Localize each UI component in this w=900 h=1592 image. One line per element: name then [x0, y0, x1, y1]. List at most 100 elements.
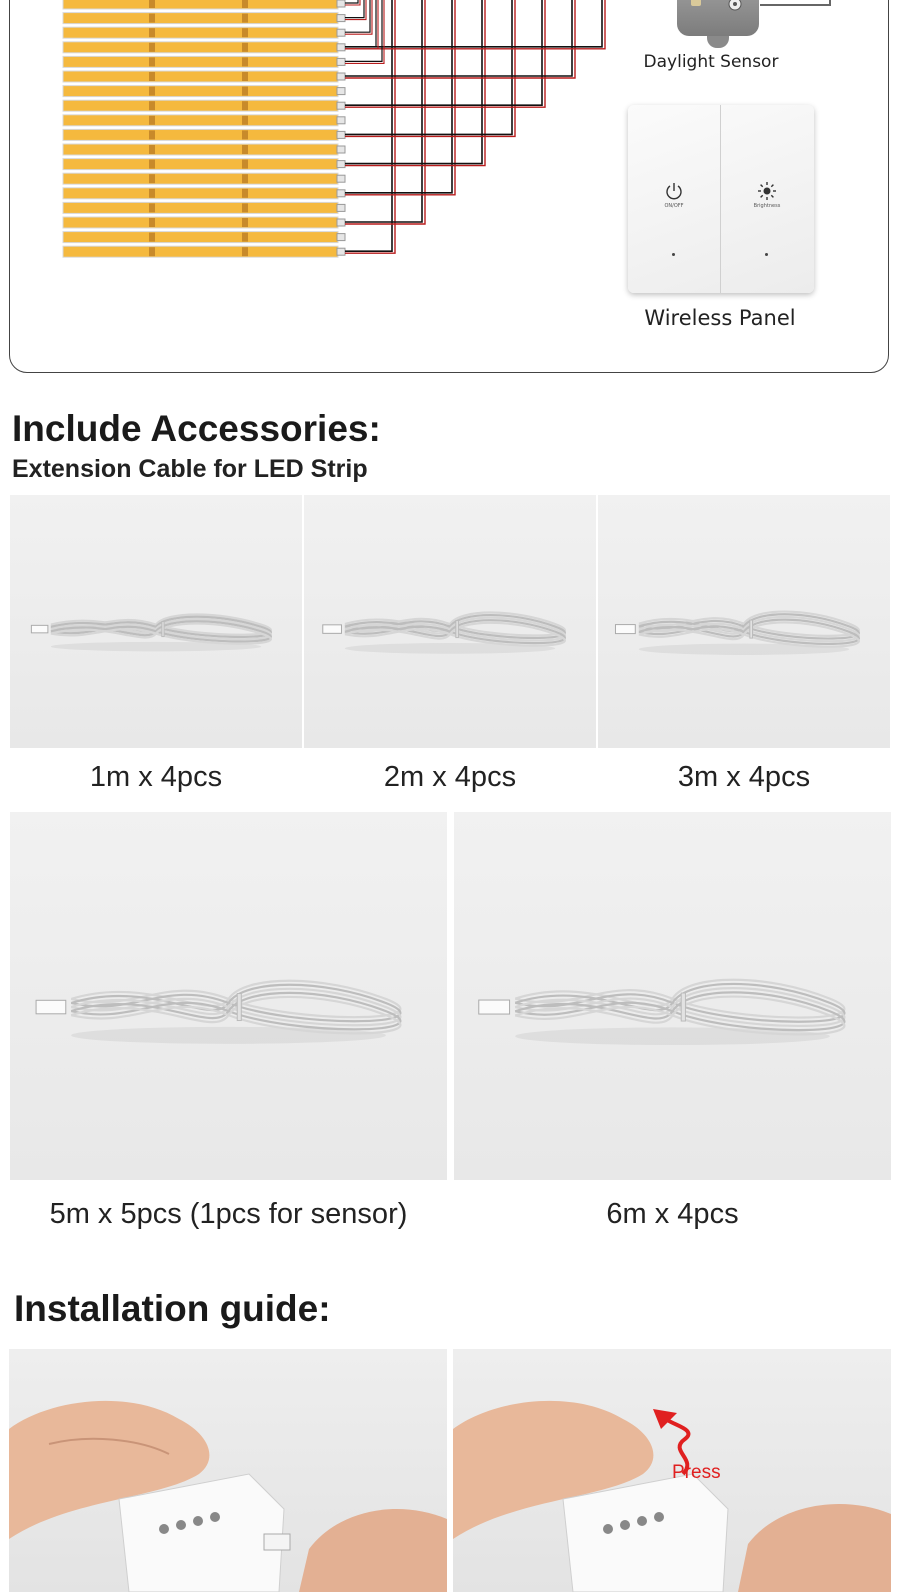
installation-title: Installation guide: — [14, 1288, 331, 1329]
cable-tie — [161, 621, 165, 638]
strip-connector — [336, 116, 346, 125]
led-strip — [62, 245, 339, 258]
led-strip — [62, 26, 339, 39]
led-strip — [62, 172, 339, 185]
led-strip — [62, 0, 339, 10]
power-icon — [666, 183, 682, 200]
cut-mark — [242, 86, 248, 96]
led-strip — [62, 158, 339, 171]
cut-mark — [149, 145, 155, 154]
install-photo-step-1 — [9, 1349, 447, 1592]
cut-mark — [242, 42, 248, 52]
cut-mark — [242, 101, 248, 111]
panel-button-onoff: ON/OFF — [628, 105, 721, 293]
daylight-sensor-image — [677, 0, 759, 36]
wire-black — [345, 0, 573, 77]
cable-photo-3m — [598, 495, 890, 748]
indicator-dot — [672, 253, 675, 256]
wire-black — [345, 0, 377, 48]
cut-mark — [149, 72, 155, 81]
led-strip — [62, 12, 339, 25]
led-strip — [62, 187, 339, 200]
cut-mark — [149, 0, 155, 8]
cut-mark — [242, 28, 248, 38]
cable-plug — [322, 624, 342, 634]
cable-tie — [749, 619, 754, 639]
cable-plug — [35, 999, 67, 1015]
cut-mark — [242, 57, 248, 67]
accessories-subtitle: Extension Cable for LED Strip — [12, 455, 368, 483]
cut-mark — [149, 42, 155, 52]
strip-connector — [336, 101, 346, 110]
cut-mark — [149, 13, 155, 23]
strip-connector — [336, 57, 346, 66]
cut-mark — [242, 13, 248, 23]
strip-connector — [336, 160, 346, 169]
cable-caption-5m: 5m x 5pcs (1pcs for sensor) — [49, 1198, 408, 1230]
cut-mark — [149, 159, 155, 169]
strip-connector — [336, 28, 346, 37]
cut-mark — [242, 232, 248, 242]
cable-photo-2m — [304, 495, 596, 748]
wire-red — [345, 0, 576, 79]
strip-connector — [336, 0, 346, 8]
wire-red — [345, 0, 486, 167]
cut-mark — [149, 86, 155, 96]
cut-mark — [149, 188, 155, 198]
cut-mark — [149, 28, 155, 38]
cable-photo-1m — [10, 495, 302, 748]
led-strip — [62, 70, 339, 83]
cable-plug — [30, 624, 49, 634]
led-strip — [62, 55, 339, 68]
led-strip — [62, 85, 339, 98]
led-strip — [62, 201, 339, 214]
cut-mark — [149, 57, 155, 67]
cut-mark — [149, 130, 155, 140]
strip-connector — [336, 218, 346, 227]
cut-mark — [149, 247, 155, 257]
wireless-panel-image: ON/OFF Brightness — [628, 105, 814, 293]
cable-plug — [614, 624, 636, 635]
cut-mark — [149, 218, 155, 227]
cable-caption-2m: 2m x 4pcs — [383, 761, 517, 793]
strip-connector — [336, 247, 346, 256]
daylight-sensor-label: Daylight Sensor — [643, 52, 779, 72]
led-strip — [62, 143, 339, 156]
led-strip — [62, 99, 339, 112]
cut-mark — [242, 218, 248, 227]
strip-connector — [336, 174, 346, 183]
cut-mark — [149, 203, 155, 213]
cut-mark — [149, 174, 155, 184]
cable-tie — [680, 992, 686, 1022]
cut-mark — [149, 115, 155, 125]
strip-connector — [336, 130, 346, 139]
led-strip — [62, 128, 339, 141]
led-strip — [62, 114, 339, 127]
cut-mark — [242, 0, 248, 8]
cut-mark — [242, 203, 248, 213]
cable-loop — [70, 991, 402, 1031]
strip-connector — [336, 87, 346, 96]
cable-caption-6m: 6m x 4pcs — [606, 1198, 739, 1230]
wireless-panel-label: Wireless Panel — [644, 306, 796, 330]
cut-mark — [242, 145, 248, 154]
cable-caption-1m: 1m x 4pcs — [89, 761, 223, 793]
cable-plug — [478, 999, 511, 1015]
cut-mark — [149, 232, 155, 242]
cable-tie — [236, 993, 242, 1022]
cut-mark — [242, 159, 248, 169]
led-strip — [62, 231, 339, 244]
cut-mark — [242, 130, 248, 140]
brightness-icon — [758, 182, 776, 200]
led-strip — [62, 216, 339, 229]
cut-mark — [242, 174, 248, 184]
sensor-cable — [760, 0, 831, 6]
onoff-caption: ON/OFF — [664, 203, 684, 209]
strip-connector — [336, 43, 346, 52]
cable-caption-3m: 3m x 4pcs — [677, 761, 811, 793]
wire-red — [345, 0, 396, 254]
wire-black — [345, 0, 393, 252]
cut-mark — [242, 247, 248, 257]
brightness-caption: Brightness — [753, 203, 781, 209]
wire-red — [345, 0, 379, 50]
